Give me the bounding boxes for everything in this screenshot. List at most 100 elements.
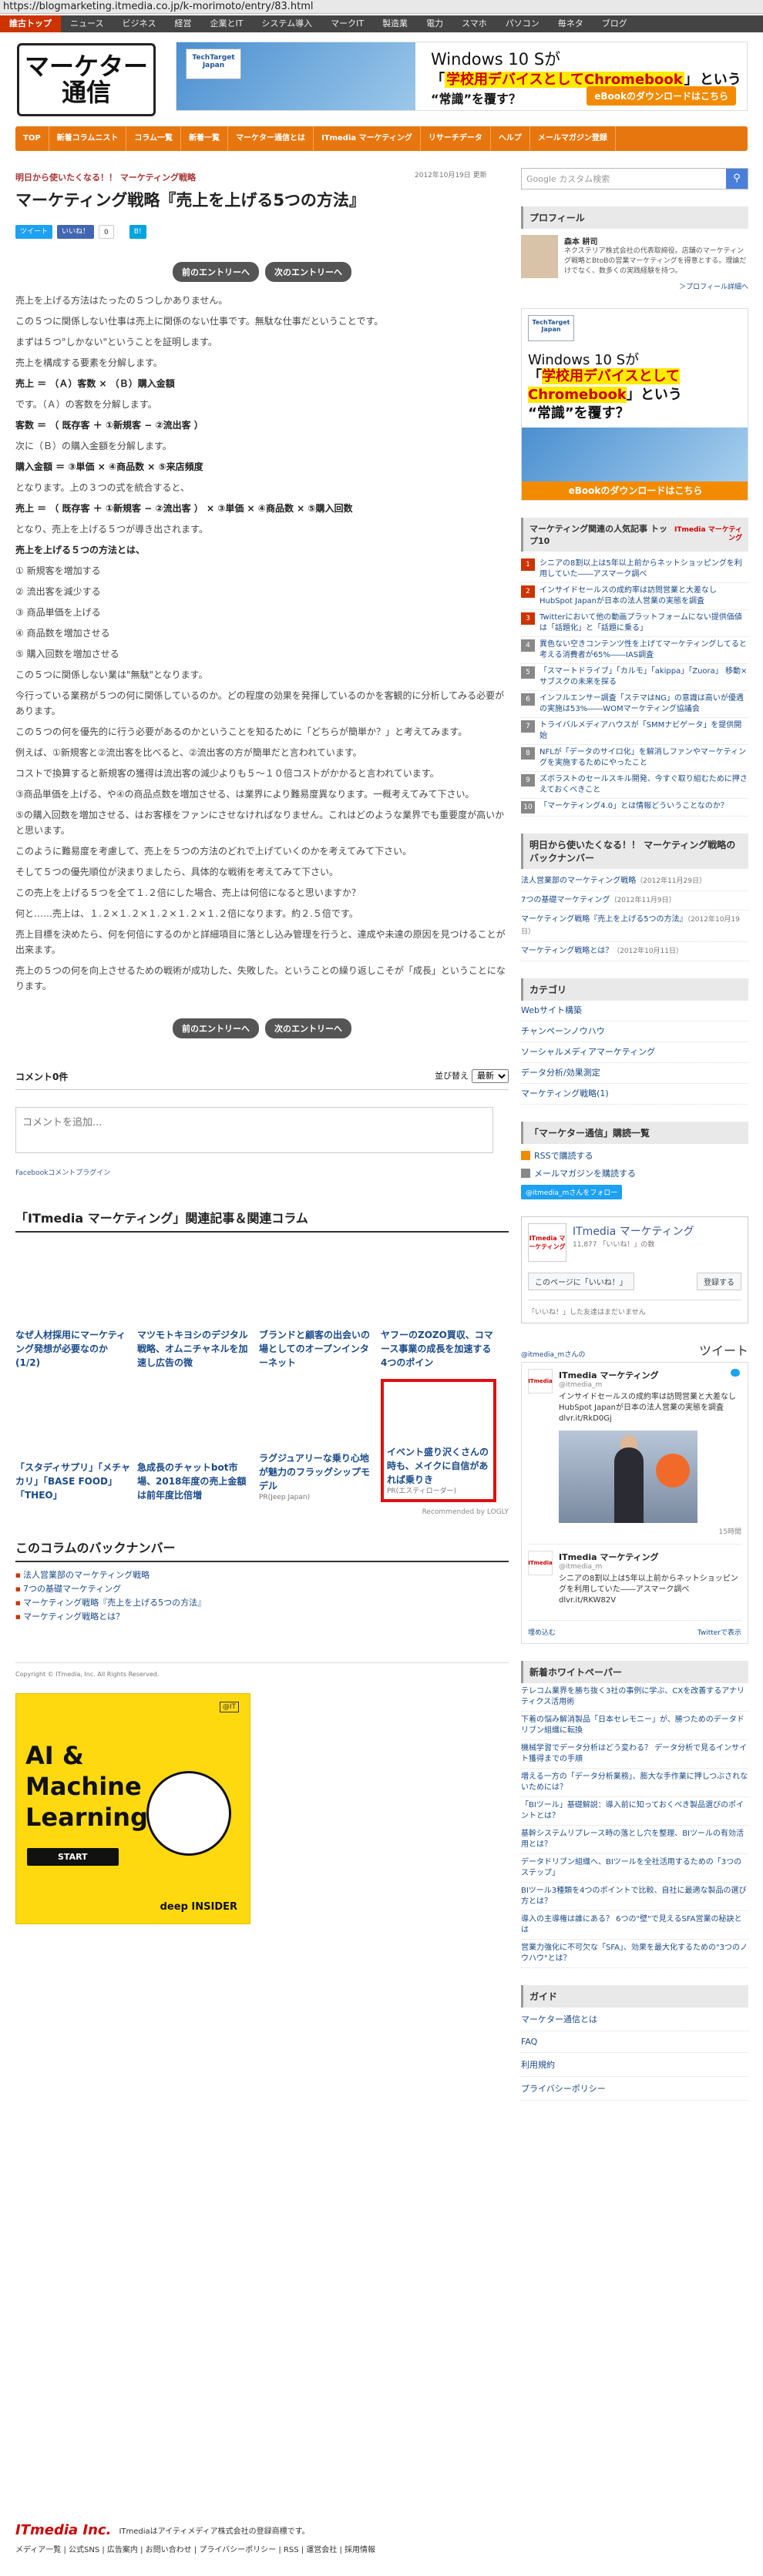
ranking-item[interactable]: 6 インフルエンサー調査「ステマはNG」の意識は高いが優遇の実施は53%――WOM… [521,691,748,718]
category-item[interactable]: マーケティング戦略(1) [521,1084,748,1105]
header-banner-ad[interactable]: TechTarget Japan Windows 10 Sが 「学校用デバイスと… [176,42,748,111]
top-nav-item[interactable]: マークIT [321,15,373,32]
whitepaper-item[interactable]: 下着の悩み解消製品「日本セレモニー」が、勝つためのデータドリブン組織に転換 [521,1712,748,1740]
whitepaper-item[interactable]: 「BIツール」基礎解説：導入前に知っておくべき製品選びのポイントとは？ [521,1797,748,1826]
rss-link[interactable]: RSSで購読する [521,1149,748,1162]
series-backnumber-item[interactable]: 法人営業部のマーケティング戦略（2012年11月29日） [521,872,748,891]
whitepaper-item[interactable]: 導入の主導権は誰にある？ 6つの"壁"で見えるSFA営業の秘訣とは [521,1911,748,1940]
backnumber-item[interactable]: マーケティング戦略『売上を上げる5つの方法』 [15,1596,509,1610]
related-card[interactable]: 急成長のチャットbot市場、2018年度の売上金額は前年度比倍増 [137,1379,253,1502]
itmedia-footer-logo[interactable]: ITmedia Inc. [15,2522,111,2538]
ad-start-button[interactable]: START [27,1848,119,1866]
prev-entry-button[interactable]: 前のエントリーへ [173,1018,259,1038]
whitepaper-item[interactable]: 機械学習でデータ分析はどう変わる？ データ分析で見るインサイト獲得までの手順 [521,1740,748,1769]
fb-like-button[interactable]: いいね！ [57,225,95,239]
fb-register-button[interactable]: 登録する [697,1273,741,1290]
related-card-title[interactable]: なぜ人材採用にマーケティング発想が必要なのか (1/2) [15,1328,131,1370]
ranking-item[interactable]: 9 ズボラストのセールスキル開発、今すぐ取り組むために押さえておくべきこと [521,772,748,799]
series-backnumber-link[interactable]: 7つの基礎マーケティング [521,896,610,904]
category-nav-item[interactable]: 新着一覧 [181,126,229,151]
whitepaper-item[interactable]: 増える一方の「データ分析業務」、膨大な手作業に押しつぶされないためには？ [521,1769,748,1797]
next-entry-button[interactable]: 次のエントリーへ [265,1018,351,1038]
related-card[interactable]: マツモトキヨシのデジタル戦略、オムニチャネルを加速し広告の微 [137,1246,253,1370]
top-nav-item[interactable]: スマホ [452,15,496,32]
facebook-comment-plugin-link[interactable]: Facebookコメントプラグイン [15,1167,509,1177]
category-item[interactable]: チャンペーンノウハウ [521,1021,748,1042]
embed-link[interactable]: 埋め込む [528,1627,556,1637]
profile-more-link[interactable]: ＞プロフィール詳細へ [521,281,748,291]
twitter-follow-button[interactable]: @itmedia_mさんをフォロー [521,1185,623,1199]
ad-cta-button[interactable]: eBookのダウンロードはこちら [522,481,748,500]
next-entry-button[interactable]: 次のエントリーへ [265,262,351,282]
ranking-item[interactable]: 4 異色ない空きコンテンツ性を上げてマーケティングしてると考える消費者が65%――… [521,637,748,664]
guide-item[interactable]: 利用規約 [521,2053,748,2077]
prev-entry-button[interactable]: 前のエントリーへ [173,262,259,282]
ranking-item[interactable]: 10 「マーケティング4.0」とは情報どういうことなのか？ [521,799,748,817]
top-nav-item[interactable]: 製造業 [373,15,417,32]
category-nav-item[interactable]: 新着コラムニスト [49,126,127,151]
top-nav-item[interactable]: システム導入 [252,15,321,32]
related-card-title[interactable]: ヤフーのZOZO買収、コマース事業の成長を加速する4つのポイン [381,1328,496,1370]
top-nav-item[interactable]: 毎ネタ [549,15,593,32]
series-backnumber-item[interactable]: マーケティング戦略とは？（2012年10月11日） [521,942,748,961]
series-backnumber-link[interactable]: マーケティング戦略『売上を上げる5つの方法』 [521,915,687,924]
ranking-item[interactable]: 1 シニアの8割以上は5年以上前からネットショッピングを利用していた――アスマーク… [521,556,748,583]
category-item[interactable]: データ分析/効果測定 [521,1063,748,1084]
recommended-by[interactable]: Recommended by LOGLY [15,1508,509,1516]
whitepaper-item[interactable]: 基幹システムリプレース時の落とし穴を整理、BIツールの有効活用とは？ [521,1826,748,1854]
tweet-button[interactable]: ツイート [15,225,53,239]
category-nav-item[interactable]: TOP [15,126,49,151]
techtarget-ad[interactable]: TechTarget Japan Windows 10 Sが 「学校用デバイスと… [521,308,748,501]
related-card[interactable]: なぜ人材採用にマーケティング発想が必要なのか (1/2) [15,1246,131,1370]
related-card-title[interactable]: ラグジュアリーな乗り心地が魅力のフラッグシップモデル [259,1451,375,1493]
guide-item[interactable]: プライバシーポリシー [521,2077,748,2101]
backnumber-item[interactable]: マーケティング戦略とは？ [15,1610,509,1624]
address-bar[interactable]: https://blogmarketing.itmedia.co.jp/k-mo… [0,0,763,14]
site-logo[interactable]: マーケター 通信 [17,43,156,116]
series-backnumber-item[interactable]: 7つの基礎マーケティング（2012年11月9日） [521,891,748,911]
whitepaper-item[interactable]: データドリブン組織へ、BIツールを全社活用するための「3つのステップ」 [521,1854,748,1883]
view-on-twitter-link[interactable]: Twitterで表示 [697,1627,741,1637]
series-backnumber-link[interactable]: マーケティング戦略とは？ [521,947,613,955]
guide-item[interactable]: FAQ [521,2031,748,2053]
sponsored-card[interactable]: イベント盛り沢くさんの時も、メイクに自信があれば乗りき PR(エスティローダー) [381,1379,496,1502]
footer-links[interactable]: メディア一覧 | 公式SNS | 広告案内 | お問い合わせ | プライバシーポ… [15,2543,748,2554]
related-card[interactable]: ブランドと顧客の出会いの場としてのオープンインターネット [259,1246,375,1370]
comment-input[interactable] [15,1107,493,1153]
ranking-item-title[interactable]: 異色ない空きコンテンツ性を上げてマーケティングしてると考える消費者が65%――I… [539,639,748,661]
fb-page-name[interactable]: ITmedia マーケティング [573,1223,694,1239]
series-link[interactable]: 明日から使いたくなる！！ マーケティング戦略 [15,171,509,183]
category-nav-item[interactable]: マーケター通信とは [228,126,314,151]
hatena-bookmark-button[interactable]: B! [129,225,146,239]
category-item[interactable]: ソーシャルメディアマーケティング [521,1042,748,1063]
sponsored-title[interactable]: イベント盛り沢くさんの時も、メイクに自信があれば乗りき [387,1445,490,1487]
mail-link[interactable]: メールマガジンを購読する [521,1167,748,1179]
series-backnumber-item[interactable]: マーケティング戦略『売上を上げる5つの方法』（2012年10月19日） [521,911,748,942]
related-card[interactable]: ラグジュアリーな乗り心地が魅力のフラッグシップモデル PR(Jeep Japan) [259,1379,375,1502]
ranking-item-title[interactable]: ズボラストのセールスキル開発、今すぐ取り組むために押さえておくべきこと [539,774,748,796]
guide-item[interactable]: マーケター通信とは [521,2007,748,2031]
top-nav-item[interactable]: 電力 [417,15,452,32]
category-nav-item[interactable]: ITmedia マーケティング [314,126,421,151]
category-item[interactable]: Webサイト構築 [521,1001,748,1021]
category-nav-item[interactable]: リサーチデータ [421,126,491,151]
ranking-item-title[interactable]: インフルエンサー調査「ステマはNG」の意識は高いが優遇の実施は53%――WOMマ… [539,693,748,715]
ranking-item[interactable]: 2 インサイドセールスの成約率は訪問営業と大差なし HubSpot Japanが日… [521,583,748,610]
whitepaper-item[interactable]: BIツール3種類を4つのポイントで比較、自社に最適な製品の選び方とは？ [521,1883,748,1911]
related-card-title[interactable]: ブランドと顧客の出会いの場としてのオープンインターネット [259,1328,375,1370]
related-card[interactable]: 「スタディサプリ」「メチャカリ」「BASE FOOD」「THEO」 [15,1379,131,1502]
twitter-follow[interactable]: @itmedia_mさんをフォロー [521,1185,748,1199]
top-nav-item[interactable]: ビジネス [113,15,165,32]
banner-cta-button[interactable]: eBookのダウンロードはこちら [587,86,736,106]
backnumber-item[interactable]: 法人営業部のマーケティング戦略 [15,1568,509,1582]
tweet-photo[interactable] [559,1431,697,1523]
top-nav-item[interactable]: 誰古トップ [0,15,61,32]
ranking-item-title[interactable]: 「マーケティング4.0」とは情報どういうことなのか？ [539,801,728,813]
top-nav-item[interactable]: パソコン [496,15,549,32]
ranking-item[interactable]: 3 Twitterにおいて他の動画プラットフォームにない提供価値は「話題化」と「話… [521,610,748,637]
ranking-item-title[interactable]: Twitterにおいて他の動画プラットフォームにない提供価値は「話題化」と「話題… [539,612,748,634]
ranking-item-title[interactable]: インサイドセールスの成約率は訪問営業と大差なし HubSpot Japanが日本… [539,585,748,607]
related-card-title[interactable]: 「スタディサプリ」「メチャカリ」「BASE FOOD」「THEO」 [15,1461,131,1502]
fb-like-page-button[interactable]: このページに「いいね！」 [528,1273,634,1290]
series-backnumber-link[interactable]: 法人営業部のマーケティング戦略 [521,877,636,885]
